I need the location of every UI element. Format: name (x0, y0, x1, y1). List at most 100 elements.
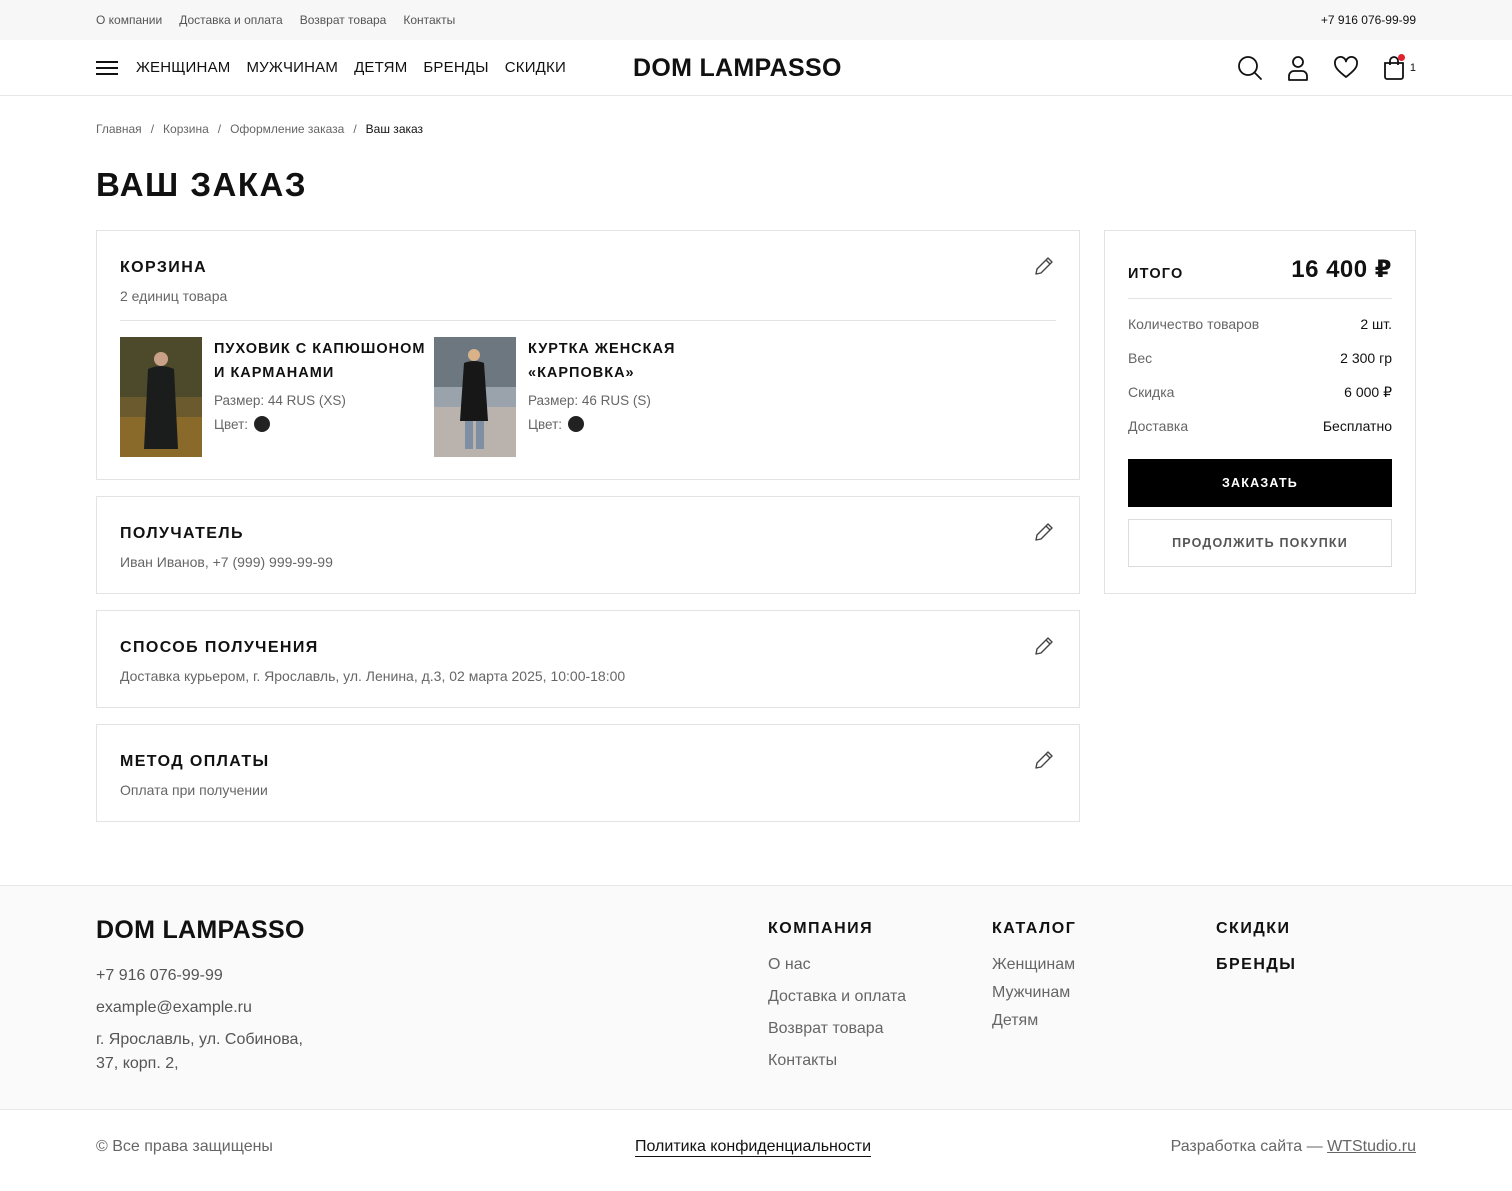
nav-men[interactable]: МУЖЧИНАМ (246, 59, 338, 76)
item-color: Цвет: (528, 416, 675, 432)
summary-header: ИТОГО 16 400 ₽ (1128, 255, 1392, 299)
footer-link-about[interactable]: О нас (768, 956, 906, 974)
product-image[interactable] (434, 337, 516, 457)
item-color-label: Цвет: (214, 416, 249, 432)
header: ЖЕНЩИНАМ МУЖЧИНАМ ДЕТЯМ БРЕНДЫ СКИДКИ DO… (0, 40, 1512, 96)
delivery-title: СПОСОБ ПОЛУЧЕНИЯ (120, 639, 319, 656)
summary-label: ИТОГО (1128, 265, 1184, 282)
footer-link-men[interactable]: Мужчинам (992, 984, 1076, 1002)
page-title: ВАШ ЗАКАЗ (96, 166, 308, 203)
color-swatch (568, 416, 585, 432)
heart-icon[interactable] (1333, 54, 1359, 82)
privacy-policy-link[interactable]: Политика конфиденциальности (635, 1138, 872, 1157)
footer-company: КОМПАНИЯ О нас Доставка и оплата Возврат… (768, 920, 906, 1070)
breadcrumb-sep: / (217, 122, 222, 136)
payment-value: Оплата при получении (120, 782, 268, 798)
summary-row: Скидка 6 000 ₽ (1128, 383, 1392, 401)
product-image[interactable] (120, 337, 202, 457)
footer-contacts: +7 916 076-99-99 example@example.ru г. Я… (96, 960, 336, 1076)
nav-kids[interactable]: ДЕТЯМ (354, 59, 407, 76)
cart-badge-dot (1397, 54, 1405, 61)
cart-title: КОРЗИНА (120, 259, 208, 276)
top-links: О компании Доставка и оплата Возврат тов… (96, 13, 455, 27)
summary-rows: Количество товаров 2 шт. Вес 2 300 гр Скид… (1128, 307, 1392, 443)
logo[interactable]: DOM LAMPASSO (633, 54, 842, 83)
copyright: © Все права защищены (96, 1138, 273, 1155)
footer-discounts[interactable]: СКИДКИ (1216, 920, 1296, 942)
payment-title: МЕТОД ОПЛАТЫ (120, 753, 270, 770)
payment-card: МЕТОД ОПЛАТЫ Оплата при получении (96, 724, 1080, 822)
developer-link[interactable]: WTStudio.ru (1327, 1138, 1416, 1155)
cart-card: КОРЗИНА 2 единиц товара ПУХОВИК С КАПЮШО… (96, 230, 1080, 480)
footer-company-title: КОМПАНИЯ (768, 920, 874, 937)
item-info: КУРТКА ЖЕНСКАЯ «КАРПОВКА» Размер: 46 RUS … (528, 337, 675, 457)
breadcrumb: Главная / Корзина / Оформление заказа / … (0, 122, 1512, 136)
footer-address: г. Ярославль, ул. Собинова, 37, корп. 2, (96, 1031, 303, 1072)
menu-icon[interactable] (96, 60, 118, 75)
developer-credit: Разработка сайта — WTStudio.ru (1170, 1138, 1416, 1155)
item-size: Размер: 46 RUS (S) (528, 393, 651, 408)
cart-count: 1 (1409, 62, 1416, 74)
breadcrumb-checkout[interactable]: Оформление заказа (230, 122, 344, 136)
item-size: Размер: 44 RUS (XS) (214, 393, 346, 408)
place-order-button[interactable]: ЗАКАЗАТЬ (1128, 459, 1392, 507)
cart-item[interactable]: ПУХОВИК С КАПЮШОНОМ И КАРМАНАМИ Размер: 4… (120, 337, 434, 457)
delivery-card: СПОСОБ ПОЛУЧЕНИЯ Доставка курьером, г. Я… (96, 610, 1080, 708)
footer-link-delivery[interactable]: Доставка и оплата (768, 988, 906, 1006)
footer-link-returns[interactable]: Возврат товара (768, 1020, 906, 1038)
footer-email[interactable]: example@example.ru (96, 992, 336, 1024)
continue-shopping-button[interactable]: ПРОДОЛЖИТЬ ПОКУПКИ (1128, 519, 1392, 567)
cart-item[interactable]: КУРТКА ЖЕНСКАЯ «КАРПОВКА» Размер: 46 RUS … (434, 337, 748, 457)
recipient-title: ПОЛУЧАТЕЛЬ (120, 525, 244, 542)
item-color-label: Цвет: (528, 416, 563, 432)
edit-payment-icon[interactable] (1033, 749, 1055, 771)
top-link-contacts[interactable]: Контакты (403, 13, 455, 27)
header-icons: 1 (1237, 54, 1416, 82)
item-color: Цвет: (214, 416, 425, 432)
user-icon[interactable] (1285, 54, 1311, 82)
footer-link-contacts[interactable]: Контакты (768, 1052, 906, 1070)
nav-brands[interactable]: БРЕНДЫ (423, 59, 488, 76)
nav-discounts[interactable]: СКИДКИ (505, 59, 566, 76)
breadcrumb-cart[interactable]: Корзина (163, 122, 209, 136)
recipient-card: ПОЛУЧАТЕЛЬ Иван Иванов, +7 (999) 999-99-… (96, 496, 1080, 594)
top-bar: О компании Доставка и оплата Возврат тов… (0, 0, 1512, 40)
summary-row: Количество товаров 2 шт. (1128, 316, 1392, 332)
breadcrumb-current: Ваш заказ (365, 122, 424, 136)
item-title[interactable]: КУРТКА ЖЕНСКАЯ «КАРПОВКА» (528, 337, 675, 385)
summary-total: 16 400 ₽ (1291, 256, 1392, 283)
cart-icon[interactable] (1381, 54, 1407, 82)
recipient-value: Иван Иванов, +7 (999) 999-99-99 (120, 554, 333, 570)
cart-count-text: 2 единиц товара (120, 288, 228, 304)
footer-brands[interactable]: БРЕНДЫ (1216, 956, 1296, 978)
edit-cart-icon[interactable] (1033, 255, 1055, 277)
top-link-delivery[interactable]: Доставка и оплата (179, 13, 283, 27)
nav-women[interactable]: ЖЕНЩИНАМ (136, 59, 230, 76)
footer-logo[interactable]: DOM LAMPASSO (96, 916, 305, 945)
footer-bottom: © Все права защищены Политика конфиденци… (0, 1109, 1512, 1191)
divider (120, 320, 1056, 321)
footer-link-kids[interactable]: Детям (992, 1012, 1076, 1030)
summary-row: Вес 2 300 гр (1128, 350, 1392, 366)
footer-extra: СКИДКИ БРЕНДЫ (1216, 920, 1296, 978)
footer-catalog-title: КАТАЛОГ (992, 920, 1077, 937)
edit-delivery-icon[interactable] (1033, 635, 1055, 657)
cart-button[interactable]: 1 (1381, 54, 1416, 82)
color-swatch (254, 416, 271, 432)
footer-catalog: КАТАЛОГ Женщинам Мужчинам Детям (992, 920, 1076, 1030)
order-summary: ИТОГО 16 400 ₽ Количество товаров 2 шт. В… (1104, 230, 1416, 594)
top-link-about[interactable]: О компании (96, 13, 162, 27)
breadcrumb-sep: / (150, 122, 155, 136)
footer-phone[interactable]: +7 916 076-99-99 (96, 960, 336, 992)
item-title[interactable]: ПУХОВИК С КАПЮШОНОМ И КАРМАНАМИ (214, 337, 425, 385)
item-info: ПУХОВИК С КАПЮШОНОМ И КАРМАНАМИ Размер: 4… (214, 337, 425, 457)
top-phone[interactable]: +7 916 076-99-99 (1321, 13, 1416, 27)
search-icon[interactable] (1237, 54, 1263, 82)
edit-recipient-icon[interactable] (1033, 521, 1055, 543)
footer: DOM LAMPASSO +7 916 076-99-99 example@ex… (0, 885, 1512, 1191)
main-nav: ЖЕНЩИНАМ МУЖЧИНАМ ДЕТЯМ БРЕНДЫ СКИДКИ (136, 59, 566, 76)
footer-link-women[interactable]: Женщинам (992, 956, 1076, 974)
top-link-returns[interactable]: Возврат товара (300, 13, 387, 27)
delivery-value: Доставка курьером, г. Ярославль, ул. Лен… (120, 668, 626, 684)
breadcrumb-home[interactable]: Главная (96, 122, 142, 136)
